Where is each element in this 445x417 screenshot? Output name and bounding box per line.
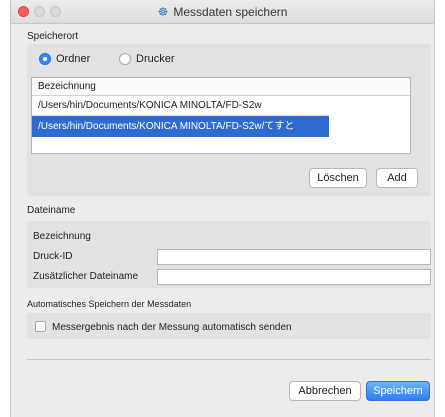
radio-folder[interactable]: Ordner [39, 53, 90, 65]
delete-button[interactable]: Löschen [309, 168, 367, 188]
autosend-checkbox-label[interactable]: Messergebnis nach der Messung automatisc… [52, 322, 292, 333]
add-button[interactable]: Add [376, 168, 418, 188]
app-icon: ☸ [157, 5, 169, 19]
radio-folder-label: Ordner [56, 53, 91, 65]
autosave-section-label: Automatisches Speichern der Messdaten [27, 299, 192, 309]
window-title-group: ☸ Messdaten speichern [11, 0, 434, 24]
radio-folder-indicator [39, 53, 51, 65]
list-column-header[interactable]: Bezeichnung [32, 78, 410, 96]
extra-filename-input[interactable] [157, 269, 431, 285]
list-item[interactable]: /Users/hin/Documents/KONICA MINOLTA/FD-S… [32, 95, 329, 116]
filename-column-label: Bezeichnung [33, 231, 91, 242]
print-id-input[interactable] [157, 249, 431, 265]
autosend-checkbox[interactable] [35, 321, 46, 332]
print-id-label: Druck-ID [33, 251, 73, 262]
radio-printer-indicator [119, 53, 131, 65]
dialog-window: ☸ Messdaten speichern Speicherort Ordner… [10, 0, 435, 417]
title-bar: ☸ Messdaten speichern [11, 0, 434, 24]
window-title: Messdaten speichern [173, 5, 288, 19]
save-button[interactable]: Speichern [366, 381, 430, 401]
filename-section-label: Dateiname [27, 205, 76, 216]
storage-section-label: Speicherort [27, 31, 79, 42]
radio-printer-label: Drucker [136, 53, 175, 65]
list-item-selected[interactable]: /Users/hin/Documents/KONICA MINOLTA/FD-S… [32, 116, 329, 137]
footer-divider [27, 359, 431, 360]
radio-printer[interactable]: Drucker [119, 53, 175, 65]
cancel-button[interactable]: Abbrechen [289, 381, 361, 401]
storage-location-list[interactable]: Bezeichnung /Users/hin/Documents/KONICA … [31, 77, 411, 154]
extra-filename-label: Zusätzlicher Dateiname [33, 271, 139, 282]
